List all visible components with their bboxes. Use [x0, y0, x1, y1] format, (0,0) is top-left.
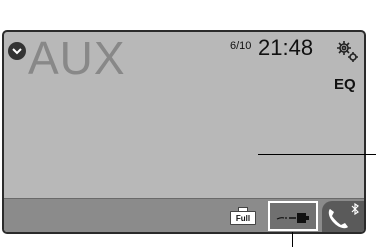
battery-indicator: Full: [230, 207, 258, 227]
gear-icon: [337, 41, 358, 62]
phone-button[interactable]: [322, 201, 364, 232]
source-menu-button[interactable]: [8, 42, 26, 60]
aux-cable-icon: [276, 213, 309, 223]
chevron-down-icon: [12, 48, 22, 55]
source-label: AUX: [28, 32, 126, 84]
bluetooth-icon: [351, 203, 359, 215]
clock-display: 21:48: [258, 35, 314, 60]
battery-label: Full: [235, 213, 251, 223]
callout-line: [292, 232, 293, 247]
aux-device-button[interactable]: [268, 201, 318, 231]
battery-icon: Full: [230, 211, 256, 225]
date-display: 6/10: [230, 40, 252, 52]
head-unit-screen: AUX 6/10 21:48 EQ Full: [2, 30, 366, 234]
settings-button[interactable]: [334, 38, 360, 64]
eq-button[interactable]: EQ: [334, 76, 356, 93]
callout-line: [258, 154, 376, 155]
bottom-status-bar: Full: [4, 198, 364, 232]
